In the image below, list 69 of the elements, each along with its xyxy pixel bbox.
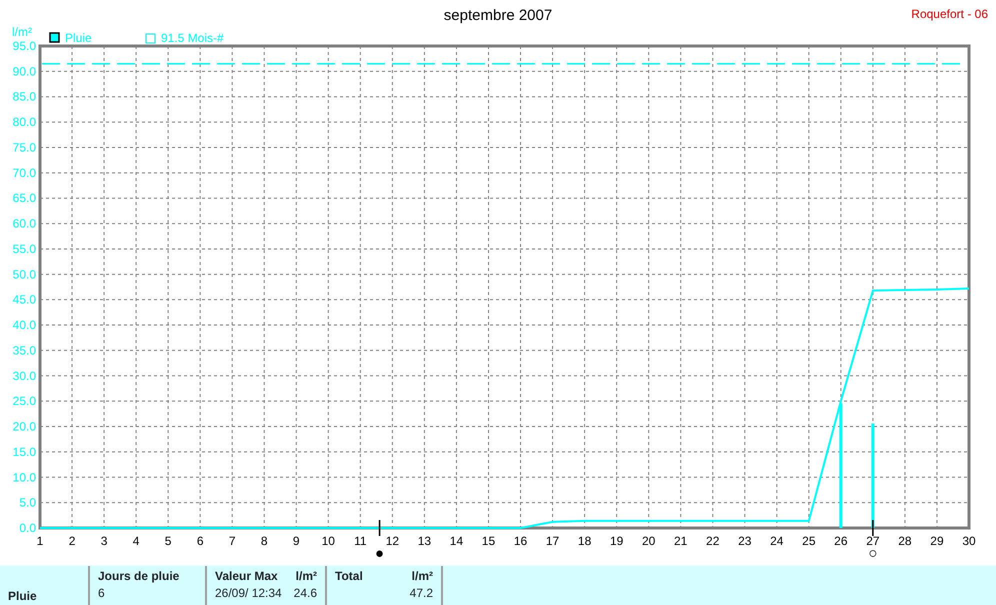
axis-tick-label: 2 [68,534,76,548]
unit-label: l/m² [296,569,317,583]
axis-tick-label: 65.0 [12,191,36,206]
axis-tick-label: 11 [354,534,367,548]
axis-tick-label: 25 [802,534,816,548]
moon-phase-icon: ○ [868,545,878,562]
station-name: Roquefort - 06 [911,6,989,23]
axis-tick-label: 17 [546,534,560,548]
legend-label: 91.5 Mois-# [161,31,224,45]
axis-tick-label: 3 [100,534,108,548]
axis-tick-label: 60.0 [12,216,36,231]
table-cell: 24.6 [294,586,317,600]
axis-tick-label: 28 [898,534,912,548]
axis-tick-label: 4 [132,534,140,548]
axis-tick-label: 14 [450,534,464,548]
axis-tick-label: 95.0 [12,39,36,53]
axis-tick-label: 16 [514,534,528,548]
axis-tick-label: 19 [610,534,624,548]
axis-tick-label: 27 [866,534,880,548]
axis-tick-label: 70.0 [12,166,36,180]
axis-tick-label: 8 [260,534,268,548]
axis-tick-label: 75.0 [12,140,36,154]
axis-tick-label: 21 [674,534,688,548]
axis-tick-label: 20.0 [12,420,36,434]
axis-title: l/m² [12,26,32,39]
axis-tick-label: 22 [706,534,720,548]
axis-tick-label: 29 [930,534,944,548]
axis-tick-label: 24 [770,534,784,548]
axis-tick-label: 55.0 [12,242,36,256]
axis-tick-label: 26 [834,534,848,548]
table-cell: 6 [98,586,105,600]
chart-title: septembre 2007 [444,6,552,26]
column-heading: Total [335,569,363,583]
axis-tick-label: 1 [36,534,44,548]
tick-mark [378,520,380,536]
axis-tick-label: 80.0 [12,115,36,130]
tick-mark [872,520,874,536]
unit-label: l/m² [412,569,433,583]
axis-tick-label: 15.0 [12,444,36,459]
legend-label: Pluie [65,31,92,45]
axis-tick-label: 30 [962,534,976,548]
axis-tick-label: 9 [292,534,300,548]
axis-tick-label: 30.0 [12,368,36,383]
column-heading: Jours de pluie [98,569,180,583]
axis-tick-label: 10.0 [12,470,36,484]
axis-tick-label: 7 [228,534,236,548]
table-cell: 47.2 [410,586,433,600]
axis-tick-label: 85.0 [12,90,36,104]
axis-tick-label: 25.0 [12,394,36,408]
axis-tick-label: 5 [164,534,172,548]
axis-tick-label: 40.0 [12,318,36,332]
row-label: Pluie [8,589,37,603]
axis-tick-label: 5.0 [19,496,36,510]
axis-tick-label: 35.0 [12,343,36,358]
axis-tick-label: 0.0 [19,521,36,535]
axis-tick-label: 15 [482,534,496,548]
axis-tick-label: 90.0 [12,64,36,78]
axis-tick-label: 45.0 [12,292,36,307]
column-heading: Valeur Max [215,569,278,583]
axis-tick-label: 6 [196,534,204,548]
axis-tick-label: 50.0 [12,267,36,282]
axis-tick-label: 20 [642,534,656,548]
axis-tick-label: 23 [738,534,752,548]
axis-tick-label: 13 [418,534,432,548]
axis-tick-label: 18 [578,534,592,548]
axis-tick-label: 12 [386,534,400,548]
table-cell: 26/09/ 12:34 [215,586,282,600]
axis-tick-label: 10 [322,534,335,548]
moon-phase-icon: ● [375,545,384,562]
